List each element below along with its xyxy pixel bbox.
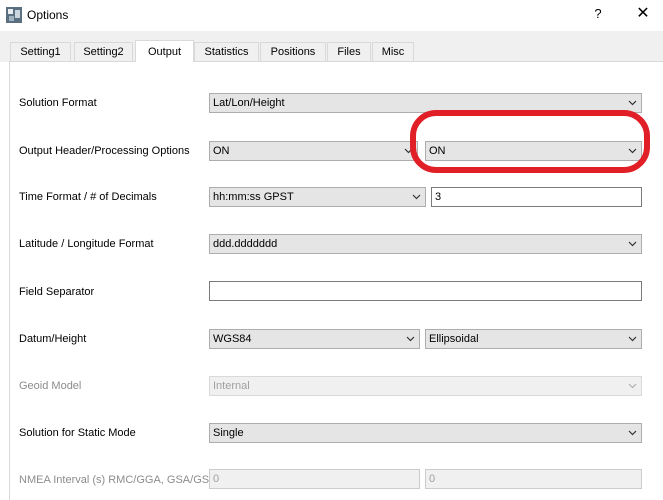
static-mode-label: Solution for Static Mode bbox=[19, 427, 136, 439]
chevron-down-icon bbox=[628, 241, 637, 247]
tab-statistics[interactable]: Statistics bbox=[194, 42, 259, 61]
window-title: Options bbox=[27, 8, 69, 22]
solution-format-select[interactable]: Lat/Lon/Height bbox=[209, 93, 642, 113]
app-icon bbox=[6, 7, 22, 23]
chevron-down-icon bbox=[628, 430, 637, 436]
latlon-format-label: Latitude / Longitude Format bbox=[19, 238, 154, 250]
geoid-model-select: Internal bbox=[209, 376, 642, 396]
tab-files[interactable]: Files bbox=[327, 42, 371, 61]
title-bar: Options ? ✕ bbox=[0, 0, 663, 31]
help-button[interactable]: ? bbox=[588, 3, 608, 25]
chevron-down-icon bbox=[628, 148, 637, 154]
chevron-down-icon bbox=[628, 383, 637, 389]
output-header-select[interactable]: ON bbox=[209, 141, 418, 161]
tab-setting2[interactable]: Setting2 bbox=[74, 42, 133, 61]
datum-height-label: Datum/Height bbox=[19, 333, 87, 345]
nmea-interval-label: NMEA Interval (s) RMC/GGA, GSA/GSV bbox=[19, 474, 217, 486]
time-format-label: Time Format / # of Decimals bbox=[19, 191, 157, 203]
nmea-rmc-gga-input: 0 bbox=[209, 469, 420, 489]
chevron-down-icon bbox=[404, 148, 413, 154]
tab-positions[interactable]: Positions bbox=[260, 42, 326, 61]
solution-format-label: Solution Format bbox=[19, 97, 97, 109]
tab-setting1[interactable]: Setting1 bbox=[10, 42, 71, 61]
chevron-down-icon bbox=[628, 336, 637, 342]
field-separator-label: Field Separator bbox=[19, 286, 95, 298]
chevron-down-icon bbox=[406, 336, 415, 342]
processing-options-select[interactable]: ON bbox=[425, 141, 642, 161]
static-mode-select[interactable]: Single bbox=[209, 423, 642, 443]
datum-select[interactable]: WGS84 bbox=[209, 329, 420, 349]
output-header-label: Output Header/Processing Options bbox=[19, 145, 190, 157]
time-format-select[interactable]: hh:mm:ss GPST bbox=[209, 187, 426, 207]
tab-misc[interactable]: Misc bbox=[372, 42, 414, 61]
chevron-down-icon bbox=[628, 100, 637, 106]
chevron-down-icon bbox=[412, 194, 421, 200]
height-select[interactable]: Ellipsoidal bbox=[425, 329, 642, 349]
field-separator-input[interactable] bbox=[209, 281, 642, 301]
tab-output[interactable]: Output bbox=[135, 40, 194, 62]
geoid-model-label: Geoid Model bbox=[19, 380, 82, 392]
close-button[interactable]: ✕ bbox=[630, 3, 656, 25]
latlon-format-select[interactable]: ddd.ddddddd bbox=[209, 234, 642, 254]
nmea-gsa-gsv-input: 0 bbox=[425, 469, 642, 489]
decimals-input[interactable]: 3 bbox=[431, 187, 642, 207]
